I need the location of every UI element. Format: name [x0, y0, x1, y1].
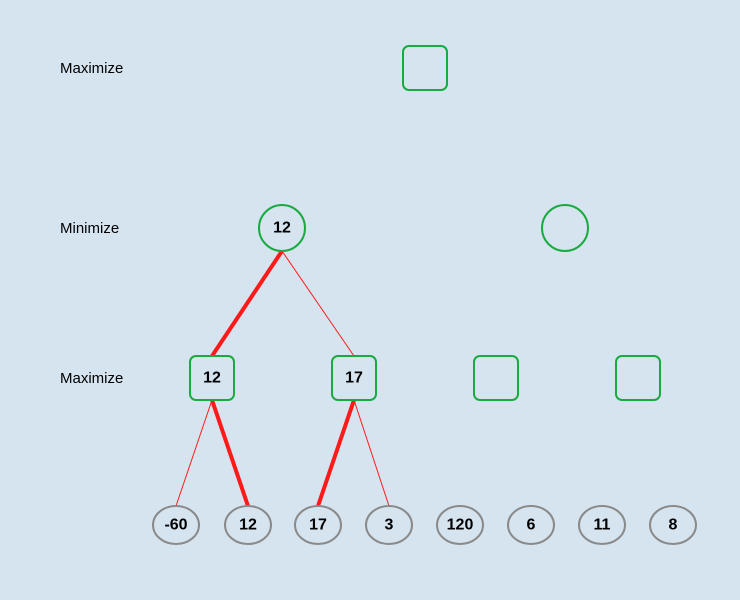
leaf-node-7-value: 8 [669, 517, 678, 534]
edge-max0-leaf0 [176, 400, 212, 506]
leaf-node-6-value: 11 [594, 517, 611, 534]
root-node [403, 46, 447, 90]
leaf-node-5-value: 6 [527, 517, 536, 534]
max-node-0-value: 12 [203, 370, 221, 387]
max-node-1-value: 17 [345, 370, 363, 387]
edge-max1-leaf2 [318, 400, 354, 506]
leaf-node-4-value: 120 [447, 517, 474, 534]
minimax-diagram: 12 12 17 -60 12 17 3 120 6 11 8 [0, 0, 740, 600]
edge-max1-leaf3 [354, 400, 389, 506]
edge-min0-max1 [282, 251, 354, 356]
max-node-3 [616, 356, 660, 400]
min-node-0-value: 12 [273, 220, 291, 237]
max-node-2 [474, 356, 518, 400]
leaf-node-1-value: 12 [239, 517, 257, 534]
leaf-node-3-value: 3 [385, 517, 394, 534]
leaf-node-2-value: 17 [309, 517, 327, 534]
edge-max0-leaf1 [212, 400, 248, 506]
edge-min0-max0 [212, 251, 282, 356]
min-node-1 [542, 205, 588, 251]
leaf-node-0-value: -60 [164, 517, 187, 534]
